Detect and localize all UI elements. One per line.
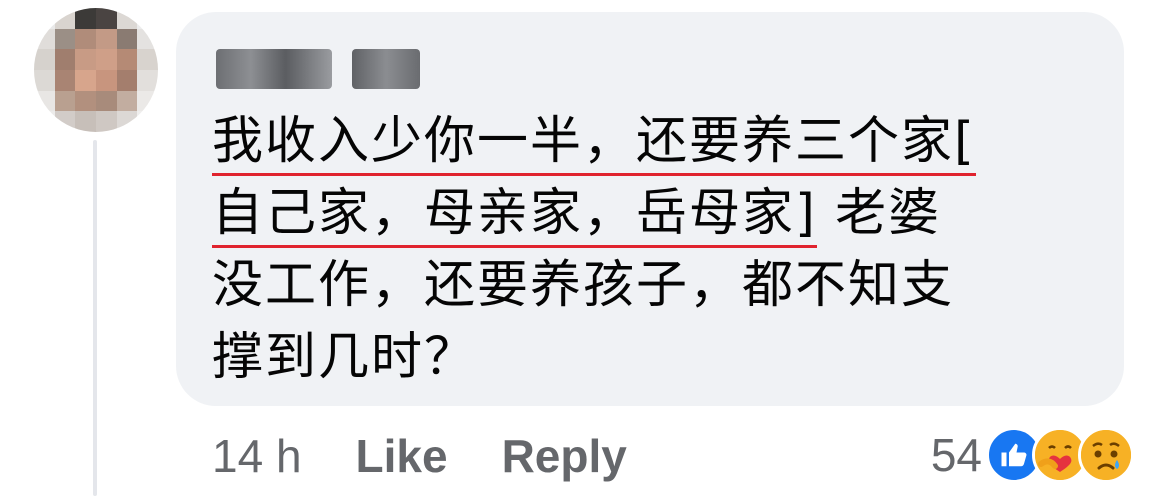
comment-text-segment: 老婆 — [816, 184, 942, 243]
comment-line-2: 自己家，母亲家，岳母家] 老婆 — [212, 178, 1102, 250]
comment-actions: 14 h Like Reply — [212, 426, 681, 486]
author-name[interactable] — [216, 46, 420, 92]
avatar[interactable] — [34, 8, 158, 132]
comment-line-4: 撑到几时？ — [212, 328, 478, 387]
author-name-blurred-first — [216, 49, 332, 89]
underlined-text: 我收入少你一半，还要养三个家[ — [212, 112, 976, 176]
comment-line-3: 没工作，还要养孩子，都不知支 — [212, 256, 955, 315]
author-name-blurred-last — [352, 49, 420, 89]
timestamp[interactable]: 14 h — [212, 429, 302, 483]
sad-icon — [1078, 427, 1134, 483]
reply-button[interactable]: Reply — [502, 429, 627, 483]
underlined-text: 自己家，母亲家，岳母家] — [212, 184, 817, 248]
reactions-summary[interactable]: 54 — [931, 424, 1134, 486]
comment-line-1: 我收入少你一半，还要养三个家[ — [212, 106, 1102, 178]
comment-text: 我收入少你一半，还要养三个家[ 自己家，母亲家，岳母家] 老婆 没工作，还要养孩… — [212, 106, 1102, 394]
reply-thread-line — [93, 140, 97, 496]
like-button[interactable]: Like — [356, 429, 448, 483]
reaction-count: 54 — [930, 429, 982, 481]
comment-bubble: 我收入少你一半，还要养三个家[ 自己家，母亲家，岳母家] 老婆 没工作，还要养孩… — [176, 12, 1124, 406]
